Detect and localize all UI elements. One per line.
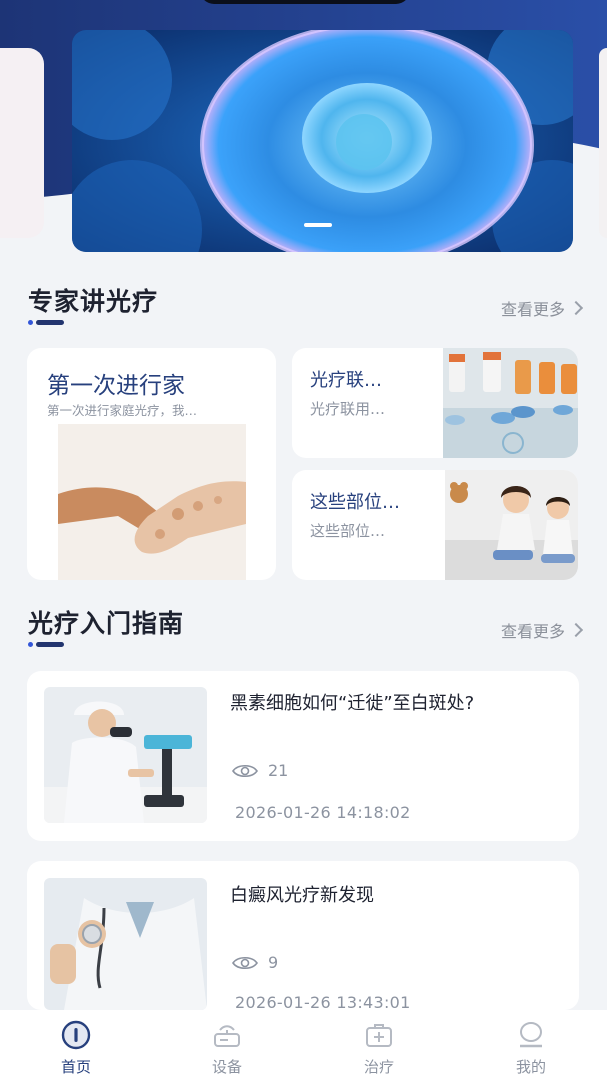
expert-card[interactable]: 这些部位… 这些部位…	[292, 470, 578, 580]
article-card[interactable]: 白癜风光疗新发现 9 2026-01-26 13:43:01	[27, 861, 579, 1010]
article-date: 2026-01-26 14:18:02	[235, 803, 411, 822]
card-title: 光疗联…	[310, 370, 382, 391]
carousel-indicator	[304, 223, 332, 227]
banner-carousel[interactable]	[72, 30, 573, 252]
cell-image	[72, 30, 573, 252]
expert-more-link[interactable]: 查看更多	[500, 296, 584, 320]
article-date: 2026-01-26 13:43:01	[235, 993, 411, 1010]
article-card[interactable]: 黑素细胞如何“迁徙”至白斑处? 21 2026-01-26 14:18:02	[27, 671, 579, 841]
more-label: 查看更多	[500, 300, 565, 319]
card-subtitle: 这些部位…	[310, 522, 386, 540]
device-icon	[214, 1025, 240, 1047]
tab-mine[interactable]: 我的	[481, 1010, 581, 1080]
chevron-right-icon	[568, 300, 584, 316]
profile-icon	[520, 1022, 542, 1048]
carousel-prev-slide[interactable]	[0, 48, 44, 238]
section-underline	[28, 320, 64, 325]
card-title: 第一次进行家	[47, 373, 185, 399]
tab-device[interactable]: 设备	[177, 1010, 277, 1080]
guide-section-title: 光疗入门指南	[28, 609, 185, 638]
more-label: 查看更多	[500, 622, 565, 641]
tab-label: 我的	[515, 1058, 546, 1076]
eye-icon	[232, 764, 258, 777]
tab-treatment[interactable]: 治疗	[329, 1010, 429, 1080]
guide-more-link[interactable]: 查看更多	[500, 618, 584, 642]
section-underline	[28, 642, 64, 647]
expert-card-featured[interactable]: 第一次进行家 第一次进行家庭光疗，我…	[27, 348, 276, 580]
card-title: 这些部位…	[310, 492, 400, 513]
article-views: 9	[232, 953, 278, 972]
card-subtitle: 第一次进行家庭光疗，我…	[47, 403, 198, 418]
chevron-right-icon	[568, 622, 584, 638]
article-thumbnail	[44, 878, 207, 1010]
article-views: 21	[232, 761, 288, 780]
tab-label: 设备	[211, 1058, 242, 1076]
eye-icon	[232, 956, 258, 969]
view-count: 21	[268, 761, 289, 780]
tab-label: 治疗	[363, 1058, 394, 1076]
bottom-tab-bar: 首页 设备 治疗 我的	[0, 1010, 607, 1080]
expert-card[interactable]: 光疗联… 光疗联用…	[292, 348, 578, 458]
medical-kit-icon	[366, 1024, 392, 1047]
article-thumbnail	[44, 687, 207, 823]
card-subtitle: 光疗联用…	[310, 400, 386, 418]
tab-home[interactable]: 首页	[26, 1010, 126, 1080]
medicine-bottles-image	[443, 348, 578, 458]
article-title: 黑素细胞如何“迁徙”至白斑处?	[230, 693, 475, 714]
home-icon	[61, 1020, 91, 1050]
expert-section-title: 专家讲光疗	[28, 287, 159, 316]
view-count: 9	[268, 953, 279, 972]
camera-notch	[200, 0, 410, 4]
article-title: 白癜风光疗新发现	[230, 885, 374, 906]
handshake-image	[58, 424, 246, 580]
tab-label: 首页	[60, 1058, 91, 1076]
children-image	[445, 470, 578, 580]
carousel-next-slide[interactable]	[599, 48, 607, 238]
